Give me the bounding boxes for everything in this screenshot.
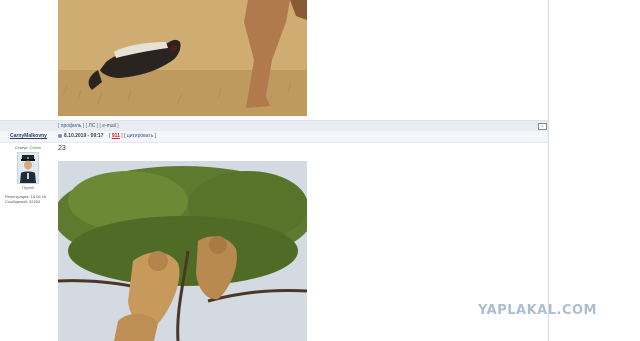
honey-badger-picture (58, 0, 307, 116)
message-count: Сообщений: 32263 (5, 199, 41, 204)
pm-link[interactable]: ЛС (88, 123, 95, 129)
post-image-honey-badger[interactable] (58, 0, 307, 116)
status-online-badge: Online (29, 145, 42, 150)
profile-link[interactable]: профиль (61, 123, 82, 129)
post-date: 8.10.2019 - 09:17 (64, 133, 104, 139)
status-label: Статус: (14, 145, 29, 150)
post-image-lions-in-tree[interactable] (58, 161, 307, 341)
post-action-links: [ профиль ] [ ЛС ] [ e-mail ] (58, 123, 119, 129)
post-header: CarnyMalkovny 8.10.2019 - 09:17 [ 911 ] … (0, 131, 548, 143)
user-stats: Регистрация: 18.06.16 Сообщений: 32263 (0, 194, 56, 204)
forum-page-column: [ профиль ] [ ЛС ] [ e-mail ] ^ CarnyMal… (0, 0, 549, 341)
user-info-panel: Статус: Online Пулей Регистрация: 18.06.… (0, 143, 56, 204)
lions-tree-picture (58, 161, 307, 341)
quote-link[interactable]: цитировать (127, 133, 153, 139)
post-meta: 8.10.2019 - 09:17 [ 911 ] [ цитировать ] (58, 131, 156, 142)
police-officer-avatar-icon (18, 153, 38, 183)
user-status: Статус: Online (0, 145, 56, 150)
post-body-text: 23 (58, 145, 66, 152)
post-link-icon[interactable] (58, 133, 62, 138)
email-link[interactable]: e-mail (102, 123, 116, 129)
scroll-top-button[interactable]: ^ (538, 123, 547, 130)
post-author-link[interactable]: CarnyMalkovny (10, 131, 47, 142)
avatar[interactable] (17, 152, 39, 184)
user-group: Пулей (22, 185, 34, 190)
post-rating[interactable]: 911 (112, 133, 120, 139)
site-watermark: YAPLAKAL.COM (478, 303, 597, 318)
